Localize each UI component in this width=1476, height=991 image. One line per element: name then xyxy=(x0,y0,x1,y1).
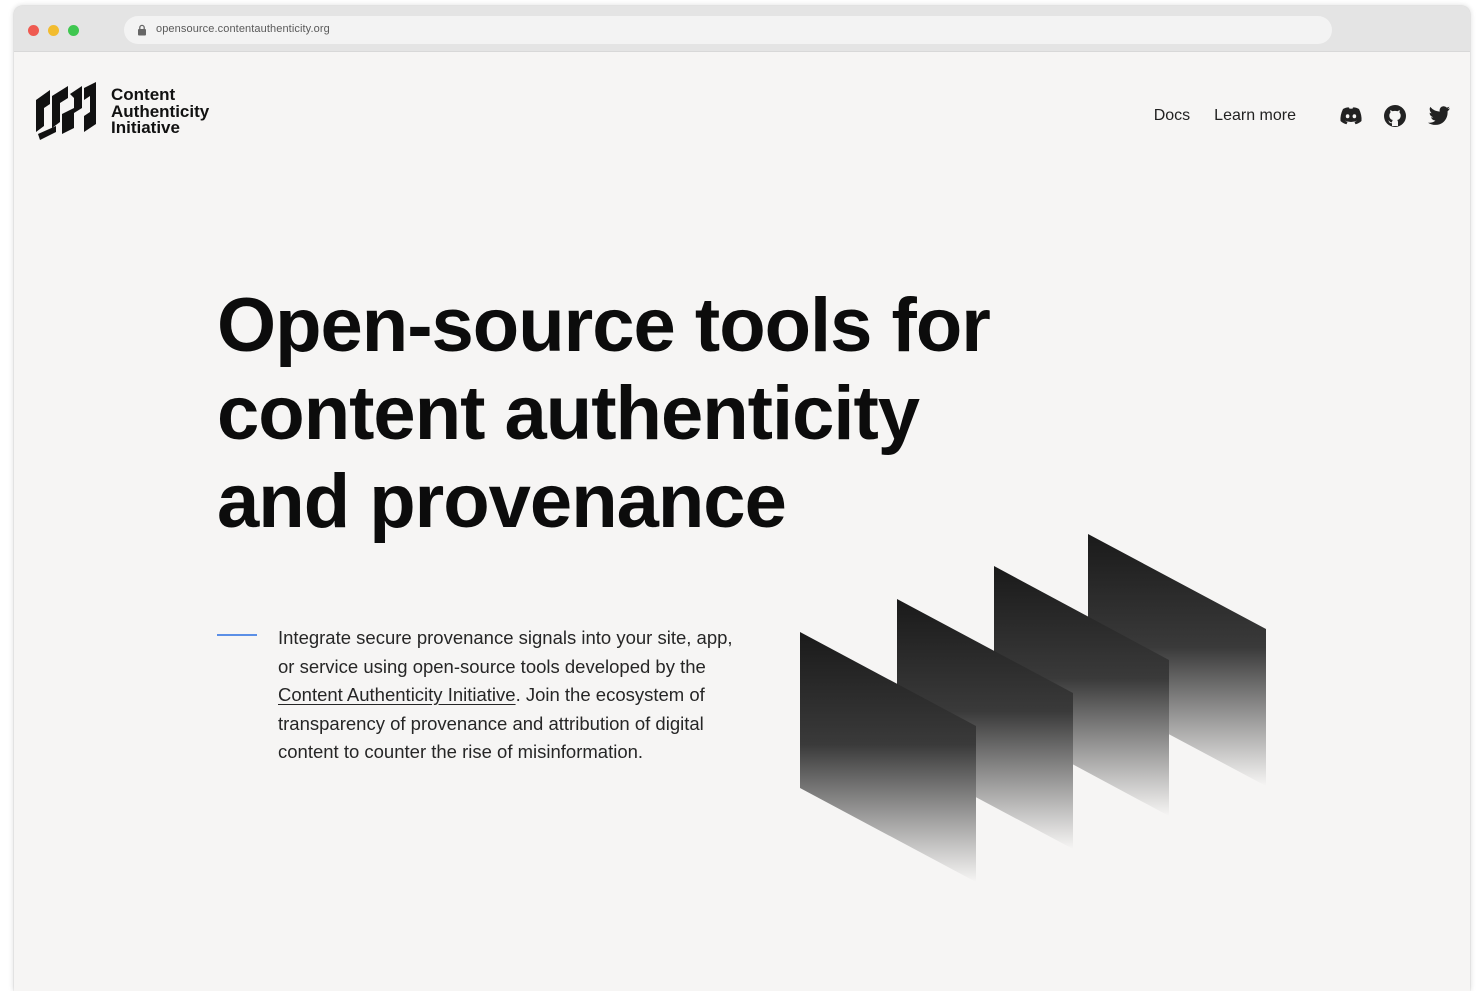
hero-title-line-2: content authenticity xyxy=(217,371,920,456)
cai-logo-mark-icon xyxy=(36,82,96,140)
discord-icon[interactable] xyxy=(1338,103,1364,129)
accent-line xyxy=(217,634,257,636)
browser-window: opensource.contentauthenticity.org Conte… xyxy=(14,6,1470,991)
decorative-panels-graphic xyxy=(800,534,1266,882)
maximize-window-button[interactable] xyxy=(68,25,79,36)
github-icon[interactable] xyxy=(1382,103,1408,129)
lock-icon xyxy=(138,24,146,36)
logo-text: Content Authenticity Initiative xyxy=(111,86,209,137)
logo-line-3: Initiative xyxy=(111,118,180,137)
address-bar[interactable]: opensource.contentauthenticity.org xyxy=(124,16,1332,44)
cai-logo[interactable]: Content Authenticity Initiative xyxy=(34,82,244,142)
url-text: opensource.contentauthenticity.org xyxy=(156,23,330,35)
top-nav: Docs Learn more xyxy=(1154,101,1452,131)
minimize-window-button[interactable] xyxy=(48,25,59,36)
close-window-button[interactable] xyxy=(28,25,39,36)
nav-learn-more-link[interactable]: Learn more xyxy=(1214,107,1296,125)
hero-description-start: Integrate secure provenance signals into… xyxy=(278,627,733,677)
hero-title-line-1: Open-source tools for xyxy=(217,283,991,368)
nav-docs-link[interactable]: Docs xyxy=(1154,107,1190,125)
cai-link[interactable]: Content Authenticity Initiative xyxy=(278,684,516,705)
twitter-icon[interactable] xyxy=(1426,103,1452,129)
hero-description: Integrate secure provenance signals into… xyxy=(278,624,738,767)
browser-chrome: opensource.contentauthenticity.org xyxy=(14,6,1470,52)
hero-title: Open-source tools for content authentici… xyxy=(217,282,1217,546)
